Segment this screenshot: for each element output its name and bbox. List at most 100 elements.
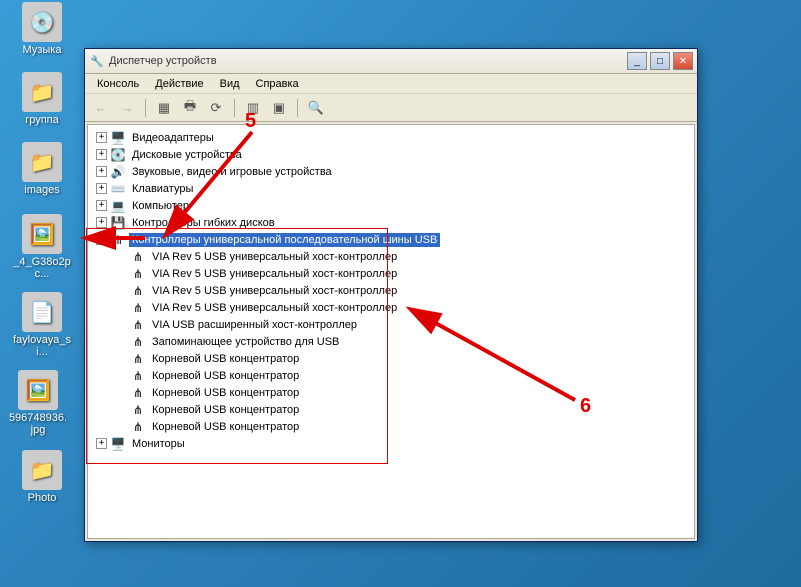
app-icon: 🔧 (89, 53, 105, 69)
node-label: VIA Rev 5 USB универсальный хост-контрол… (149, 301, 400, 315)
separator (234, 99, 235, 117)
tree-node[interactable]: +⌨️Клавиатуры (90, 180, 692, 197)
desktop-icon-faylovaya_si...[interactable]: 📄faylovaya_si... (12, 292, 72, 358)
device-icon: ⋔ (130, 402, 146, 418)
expander-icon[interactable]: + (96, 183, 107, 194)
maximize-button[interactable]: □ (650, 52, 670, 70)
uninstall-button[interactable]: 🔍 (306, 98, 326, 118)
tree-node[interactable]: +💻Компьютер (90, 197, 692, 214)
menu-action[interactable]: Действие (147, 76, 211, 92)
tree-node[interactable]: +🔊Звуковые, видео и игровые устройства (90, 163, 692, 180)
menu-help[interactable]: Справка (248, 76, 307, 92)
node-label: VIA Rev 5 USB универсальный хост-контрол… (149, 284, 400, 298)
tree-node[interactable]: ⋔Корневой USB концентратор (90, 384, 692, 401)
expander-icon[interactable]: + (96, 149, 107, 160)
node-label: Запоминающее устройство для USB (149, 335, 342, 349)
tree-node[interactable]: −⋔Контроллеры универсальной последовател… (90, 231, 692, 248)
desktop-icon-label: Музыка (12, 44, 72, 56)
desktop-icon-image: 📄 (22, 292, 62, 332)
expander-icon (116, 353, 127, 364)
titlebar[interactable]: 🔧 Диспетчер устройств _ □ ✕ (85, 49, 697, 74)
node-label: Мониторы (129, 437, 188, 451)
desktop-icon-label: images (12, 184, 72, 196)
tree-node[interactable]: ⋔VIA Rev 5 USB универсальный хост-контро… (90, 248, 692, 265)
tree-node[interactable]: ⋔VIA USB расширенный хост-контроллер (90, 316, 692, 333)
node-label: VIA Rev 5 USB универсальный хост-контрол… (149, 267, 400, 281)
close-button[interactable]: ✕ (673, 52, 693, 70)
desktop-icon-label: группа (12, 114, 72, 126)
scan-button[interactable]: ▥ (243, 98, 263, 118)
tree-node[interactable]: +💾Контроллеры гибких дисков (90, 214, 692, 231)
refresh-button[interactable]: ⟳ (206, 98, 226, 118)
window-title: Диспетчер устройств (109, 55, 627, 67)
device-icon: ⋔ (130, 266, 146, 282)
tree-view[interactable]: +🖥️Видеоадаптеры+💽Дисковые устройства+🔊З… (87, 124, 695, 539)
tree-node[interactable]: +💽Дисковые устройства (90, 146, 692, 163)
expander-icon[interactable]: + (96, 217, 107, 228)
desktop-icon-image: 📁 (22, 142, 62, 182)
device-icon: ⌨️ (110, 181, 126, 197)
device-icon: 💻 (110, 198, 126, 214)
device-icon: ⋔ (130, 419, 146, 435)
desktop-icon-image: 🖼️ (18, 370, 58, 410)
desktop-icon-группа[interactable]: 📁 группа (12, 72, 72, 126)
device-icon: ⋔ (130, 283, 146, 299)
desktop-icon-image: 📁 (22, 72, 62, 112)
device-icon: 🔊 (110, 164, 126, 180)
expander-icon (116, 421, 127, 432)
tree-node[interactable]: ⋔Корневой USB концентратор (90, 350, 692, 367)
device-icon: 🖥️ (110, 130, 126, 146)
device-icon: 🖥️ (110, 436, 126, 452)
desktop-icon-_4_G38o2pc...[interactable]: 🖼️_4_G38o2pc... (12, 214, 72, 280)
desktop-icon-label: faylovaya_si... (12, 334, 72, 358)
device-icon: ⋔ (130, 334, 146, 350)
menu-view[interactable]: Вид (212, 76, 248, 92)
desktop-icon-Photo[interactable]: 📁Photo (12, 450, 72, 504)
expander-icon (116, 319, 127, 330)
node-label: Дисковые устройства (129, 148, 245, 162)
tree-node[interactable]: +🖥️Видеоадаптеры (90, 129, 692, 146)
tree-node[interactable]: ⋔VIA Rev 5 USB универсальный хост-контро… (90, 282, 692, 299)
desktop-icon-image: 💿 (22, 2, 62, 42)
update-button[interactable]: ▣ (269, 98, 289, 118)
desktop-icon-596748936.jpg[interactable]: 🖼️596748936.jpg (8, 370, 68, 436)
menubar: Консоль Действие Вид Справка (85, 74, 697, 94)
device-icon: ⋔ (130, 385, 146, 401)
node-label: VIA Rev 5 USB универсальный хост-контрол… (149, 250, 400, 264)
tree-node[interactable]: ⋔VIA Rev 5 USB универсальный хост-контро… (90, 265, 692, 282)
expander-icon (116, 251, 127, 262)
tree-node[interactable]: +🖥️Мониторы (90, 435, 692, 452)
node-label: VIA USB расширенный хост-контроллер (149, 318, 360, 332)
device-icon: ⋔ (130, 300, 146, 316)
expander-icon (116, 302, 127, 313)
minimize-button[interactable]: _ (627, 52, 647, 70)
tree-node[interactable]: ⋔VIA Rev 5 USB универсальный хост-контро… (90, 299, 692, 316)
print-button[interactable]: 🖶 (180, 98, 200, 118)
node-label: Видеоадаптеры (129, 131, 217, 145)
forward-button[interactable]: → (117, 98, 137, 118)
desktop-icon-Музыка[interactable]: 💿 Музыка (12, 2, 72, 56)
separator (297, 99, 298, 117)
tree-node[interactable]: ⋔Корневой USB концентратор (90, 401, 692, 418)
back-button[interactable]: ← (91, 98, 111, 118)
node-label: Корневой USB концентратор (149, 403, 302, 417)
expander-icon (116, 285, 127, 296)
menu-console[interactable]: Консоль (89, 76, 147, 92)
desktop-icon-label: _4_G38o2pc... (12, 256, 72, 280)
tree-node[interactable]: ⋔Корневой USB концентратор (90, 418, 692, 435)
expander-icon (116, 336, 127, 347)
device-icon: ⋔ (130, 249, 146, 265)
properties-button[interactable]: ▦ (154, 98, 174, 118)
desktop-icon-image: 📁 (22, 450, 62, 490)
desktop-icon-images[interactable]: 📁 images (12, 142, 72, 196)
expander-icon[interactable]: + (96, 438, 107, 449)
expander-icon (116, 404, 127, 415)
expander-icon[interactable]: + (96, 200, 107, 211)
expander-icon[interactable]: + (96, 132, 107, 143)
tree-node[interactable]: ⋔Корневой USB концентратор (90, 367, 692, 384)
node-label: Контроллеры универсальной последовательн… (129, 233, 440, 247)
expander-icon[interactable]: + (96, 166, 107, 177)
tree-node[interactable]: ⋔Запоминающее устройство для USB (90, 333, 692, 350)
node-label: Клавиатуры (129, 182, 196, 196)
expander-icon[interactable]: − (96, 234, 107, 245)
